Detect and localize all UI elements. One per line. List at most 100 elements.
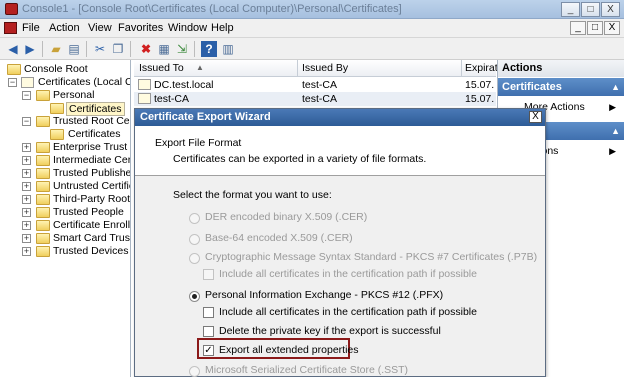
- expand-icon[interactable]: +: [22, 234, 31, 243]
- menu-help[interactable]: Help: [211, 22, 234, 34]
- menu-view[interactable]: View: [88, 22, 112, 34]
- sort-ascending-icon: ▲: [196, 63, 204, 72]
- format-prompt: Select the format you want to use:: [173, 189, 332, 201]
- radio-pfx[interactable]: [189, 291, 200, 302]
- folder-icon: [36, 116, 50, 127]
- radio-sst[interactable]: [189, 366, 200, 377]
- tree-item-trusted-publishers[interactable]: + Trusted Publishers: [0, 167, 130, 180]
- submenu-arrow-icon: ▶: [609, 146, 616, 156]
- title-bar: Console1 - [Console Root\Certificates (L…: [0, 0, 624, 19]
- certificate-export-wizard: Certificate Export Wizard X Export File …: [134, 108, 546, 377]
- folder-icon: [36, 155, 50, 166]
- collapse-icon[interactable]: −: [22, 91, 31, 100]
- list-row[interactable]: DC.test.local test-CA 15.07.: [134, 78, 496, 92]
- collapse-arrow-icon[interactable]: ▲: [611, 126, 620, 136]
- menu-window[interactable]: Window: [168, 22, 207, 34]
- tree-item-intermediate[interactable]: + Intermediate Certi: [0, 154, 130, 167]
- tree-item-personal-certificates[interactable]: Certificates: [0, 102, 130, 116]
- expand-icon[interactable]: +: [22, 156, 31, 165]
- radio-pkcs7[interactable]: [189, 253, 200, 264]
- wizard-title: Certificate Export Wizard: [140, 111, 271, 123]
- column-expiration[interactable]: Expirat: [465, 62, 498, 74]
- show-hide-tree-icon[interactable]: ▤: [66, 41, 82, 57]
- expand-icon[interactable]: +: [22, 221, 31, 230]
- folder-icon: [36, 142, 50, 153]
- menu-favorites[interactable]: Favorites: [118, 22, 163, 34]
- checkbox-delete-private-key[interactable]: [203, 326, 214, 337]
- tree-item-trusted-root-certificates[interactable]: Certificates: [0, 128, 130, 141]
- console-document-icon: [4, 22, 17, 34]
- checkbox-pfx-include-path[interactable]: [203, 307, 214, 318]
- tree-item-trusted-people[interactable]: + Trusted People: [0, 206, 130, 219]
- expand-icon[interactable]: +: [22, 182, 31, 191]
- wizard-step-subtitle: Certificates can be exported in a variet…: [173, 153, 427, 165]
- folder-icon: [36, 207, 50, 218]
- properties-icon[interactable]: ▦: [156, 41, 172, 57]
- folder-icon: [36, 220, 50, 231]
- tree-item-personal[interactable]: − Personal: [0, 89, 130, 102]
- folder-icon: [36, 194, 50, 205]
- menu-file[interactable]: File: [22, 22, 40, 34]
- copy-icon[interactable]: ❐: [110, 41, 126, 57]
- tree-item-untrusted[interactable]: + Untrusted Certifica: [0, 180, 130, 193]
- collapse-icon[interactable]: −: [8, 78, 17, 87]
- wizard-close-button[interactable]: X: [529, 111, 542, 123]
- minimize-button[interactable]: _: [561, 2, 580, 17]
- tree-item-console-root[interactable]: Console Root: [0, 63, 130, 76]
- menu-action[interactable]: Action: [49, 22, 80, 34]
- column-issued-by[interactable]: Issued By: [302, 62, 348, 74]
- collapse-icon[interactable]: −: [22, 117, 31, 126]
- mdi-minimize-button[interactable]: _: [570, 21, 586, 35]
- folder-icon: [36, 181, 50, 192]
- column-issued-to[interactable]: Issued To: [139, 62, 184, 74]
- wizard-step-title: Export File Format: [155, 137, 242, 149]
- back-arrow-icon[interactable]: ◀: [5, 41, 21, 57]
- expand-icon[interactable]: +: [22, 208, 31, 217]
- submenu-arrow-icon: ▶: [609, 102, 616, 112]
- tree-item-certificate-enrollment[interactable]: + Certificate Enrollme: [0, 219, 130, 232]
- expand-icon[interactable]: +: [22, 247, 31, 256]
- radio-der[interactable]: [189, 213, 200, 224]
- forward-arrow-icon[interactable]: ▶: [22, 41, 38, 57]
- help-icon[interactable]: ?: [201, 41, 217, 57]
- export-list-icon[interactable]: ⇲: [174, 41, 190, 57]
- folder-icon: [36, 90, 50, 101]
- actions-section-certificates[interactable]: Certificates ▲: [498, 78, 624, 96]
- certificate-icon: [138, 93, 151, 104]
- checkbox-pkcs7-include-path[interactable]: [203, 269, 214, 280]
- list-row[interactable]: test-CA test-CA 15.07.: [134, 92, 496, 106]
- checkbox-export-extended-properties[interactable]: ✓: [203, 345, 214, 356]
- window-title: Console1 - [Console Root\Certificates (L…: [22, 3, 402, 15]
- wizard-title-bar: Certificate Export Wizard X: [135, 109, 545, 126]
- certificate-list: Issued To ▲ Issued By Expirat DC.test.lo…: [134, 60, 498, 110]
- folder-icon: [50, 129, 64, 140]
- tree-item-certificates-local[interactable]: − Certificates (Local Com: [0, 76, 130, 89]
- expand-icon[interactable]: +: [22, 169, 31, 178]
- expand-icon[interactable]: +: [22, 143, 31, 152]
- folder-icon: [36, 246, 50, 257]
- show-hide-action-pane-icon[interactable]: ▥: [220, 41, 236, 57]
- up-folder-icon[interactable]: ▰: [48, 41, 64, 57]
- toolbar: ◀ ▶ ▰ ▤ ✂ ❐ ✖ ▦ ⇲ ? ▥: [0, 38, 624, 60]
- actions-header: Actions: [498, 60, 624, 77]
- menu-bar: File Action View Favorites Window Help _…: [0, 19, 624, 38]
- console-tree: Console Root − Certificates (Local Com −…: [0, 60, 131, 377]
- delete-icon[interactable]: ✖: [138, 41, 154, 57]
- expand-icon[interactable]: +: [22, 195, 31, 204]
- folder-icon: [36, 233, 50, 244]
- collapse-arrow-icon[interactable]: ▲: [611, 82, 620, 92]
- tree-item-smart-card[interactable]: + Smart Card Trusted: [0, 232, 130, 245]
- folder-icon: [50, 103, 64, 114]
- cut-icon[interactable]: ✂: [92, 41, 108, 57]
- mdi-restore-button[interactable]: □: [587, 21, 603, 35]
- folder-icon: [7, 64, 21, 75]
- tree-item-trusted-root[interactable]: − Trusted Root Certi: [0, 115, 130, 128]
- mdi-close-button[interactable]: X: [604, 21, 620, 35]
- tree-item-third-party-root[interactable]: + Third-Party Root C: [0, 193, 130, 206]
- tree-item-enterprise-trust[interactable]: + Enterprise Trust: [0, 141, 130, 154]
- mmc-app-icon: [5, 3, 18, 15]
- close-button[interactable]: X: [601, 2, 620, 17]
- maximize-button[interactable]: □: [581, 2, 600, 17]
- radio-base64[interactable]: [189, 234, 200, 245]
- tree-item-trusted-devices[interactable]: + Trusted Devices: [0, 245, 130, 258]
